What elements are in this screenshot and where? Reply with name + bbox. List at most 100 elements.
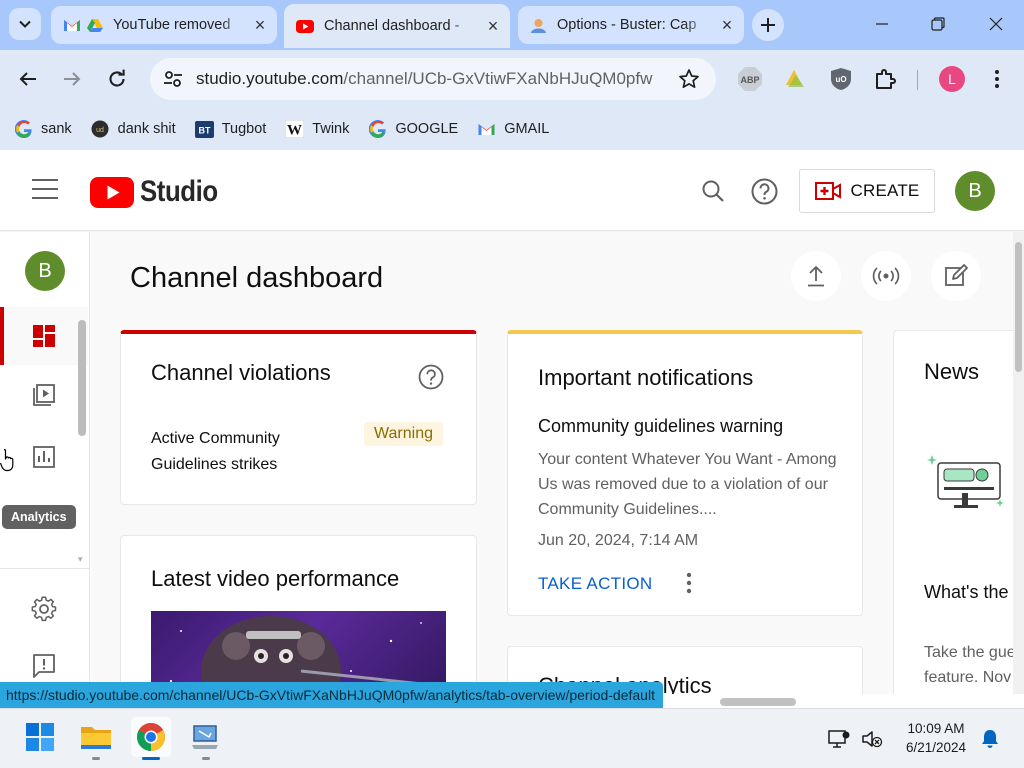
latest-video-title: Latest video performance — [151, 566, 400, 591]
tab-channel-dashboard[interactable]: Channel dashboard - × — [284, 4, 510, 48]
url-host: studio.youtube.com — [196, 69, 344, 88]
studio-logo[interactable]: Studio — [90, 175, 230, 209]
windows-taskbar: 10:09 AM 6/21/2024 — [0, 708, 1024, 768]
analytics-icon — [33, 446, 55, 468]
chevron-down-icon — [19, 20, 31, 28]
violations-title: Channel violations — [151, 360, 331, 385]
help-button[interactable] — [750, 177, 778, 205]
system-clock[interactable]: 10:09 AM 6/21/2024 — [896, 719, 976, 757]
channel-avatar[interactable]: B — [25, 251, 65, 291]
clock-date: 6/21/2024 — [905, 740, 967, 755]
minimize-button[interactable] — [870, 12, 894, 36]
kebab-menu-icon[interactable] — [684, 570, 694, 596]
tab-options-buster[interactable]: Options - Buster: Cap × — [518, 6, 744, 44]
taskbar-control-panel[interactable] — [186, 717, 226, 760]
scrollbar-thumb[interactable] — [1015, 242, 1022, 372]
search-icon — [702, 180, 724, 202]
news-illustration-icon — [927, 455, 1004, 508]
tab-search-button[interactable] — [9, 8, 41, 40]
page-scrollbar[interactable] — [1013, 232, 1024, 694]
adblock-plus-extension[interactable]: ABP — [737, 66, 763, 92]
notification-date: Jun 20, 2024, 7:14 AM — [538, 532, 699, 549]
notifications-button[interactable] — [978, 727, 1002, 751]
computer-icon — [192, 725, 218, 749]
sidebar-item-settings[interactable] — [0, 580, 88, 638]
create-post-button[interactable] — [931, 251, 981, 301]
new-tab-button[interactable] — [752, 9, 784, 41]
bookmark-sank[interactable]: sank — [14, 120, 72, 139]
taskbar-file-explorer[interactable] — [76, 717, 116, 760]
ublock-icon: uO — [831, 68, 851, 90]
bell-icon — [982, 730, 998, 748]
restore-button[interactable] — [926, 12, 950, 36]
google-icon — [14, 120, 33, 139]
close-icon[interactable]: × — [484, 16, 502, 36]
buster-icon — [531, 18, 546, 33]
restore-icon — [931, 17, 945, 31]
feedback-icon — [33, 654, 55, 678]
close-icon[interactable]: × — [251, 15, 269, 35]
tab-youtube-removed[interactable]: YouTube removed × — [51, 6, 277, 44]
taskbar-chrome[interactable] — [131, 717, 171, 760]
svg-text:W: W — [287, 123, 302, 139]
windows-logo-icon — [26, 723, 54, 751]
bookmark-dank-shit[interactable]: ud dank shit — [91, 120, 176, 139]
studio-logo-text: Studio — [140, 175, 218, 208]
help-icon[interactable] — [418, 364, 444, 390]
forward-button[interactable] — [57, 64, 87, 94]
news-body: Take the gue with the new feature. Nov — [924, 644, 1013, 686]
bookmark-label: Tugbot — [221, 121, 267, 137]
start-button[interactable] — [20, 717, 60, 757]
search-button[interactable] — [699, 177, 727, 205]
profile-avatar[interactable]: L — [939, 66, 965, 92]
sidebar-item-dashboard[interactable] — [0, 307, 88, 365]
bookmark-twink[interactable]: W Twink — [285, 120, 349, 139]
news-card: News What's the video? Take the gue with… — [893, 330, 1013, 694]
abp-label: ABP — [740, 75, 759, 85]
bookmark-star-button[interactable] — [678, 68, 700, 90]
bookmark-tugbot[interactable]: BT Tugbot — [194, 120, 267, 139]
minimize-icon — [876, 23, 888, 25]
bookmarks-bar: sank ud dank shit BT Tugbot W Twink GOOG… — [0, 108, 1024, 150]
take-action-button[interactable]: TAKE ACTION — [538, 574, 652, 594]
buster-extension[interactable] — [781, 66, 807, 92]
tray-screen-icon[interactable] — [827, 727, 851, 751]
create-button[interactable]: CREATE — [799, 169, 935, 213]
browser-menu-button[interactable] — [984, 66, 1010, 92]
chrome-icon — [137, 723, 165, 751]
star-icon — [679, 69, 699, 89]
bookmark-gmail[interactable]: GMAIL — [477, 120, 549, 139]
sidebar-item-content[interactable] — [0, 366, 88, 424]
reload-button[interactable] — [102, 64, 132, 94]
video-camera-plus-icon — [814, 182, 841, 200]
tray-volume-icon[interactable] — [860, 727, 884, 751]
extensions-button[interactable] — [872, 66, 898, 92]
back-button[interactable] — [13, 64, 43, 94]
close-icon[interactable]: × — [718, 15, 736, 35]
reload-icon — [109, 69, 125, 87]
buster-icon — [786, 70, 804, 87]
folder-icon — [81, 727, 111, 749]
edit-icon — [945, 264, 968, 286]
close-window-button[interactable] — [984, 12, 1008, 36]
account-avatar[interactable]: B — [955, 171, 995, 211]
address-bar[interactable]: studio.youtube.com/channel/UCb-GxVtiwFXa… — [150, 58, 716, 100]
arrow-right-icon — [64, 72, 81, 86]
upload-button[interactable] — [791, 251, 841, 301]
go-live-button[interactable] — [861, 251, 911, 301]
bookmark-google[interactable]: GOOGLE — [368, 120, 458, 139]
sidebar-scrollbar[interactable] — [78, 320, 86, 436]
site-info-icon[interactable] — [158, 64, 188, 94]
scroll-down-arrow-icon[interactable]: ▾ — [78, 554, 86, 564]
url-text[interactable]: studio.youtube.com/channel/UCb-GxVtiwFXa… — [196, 69, 666, 89]
ublock-extension[interactable]: uO — [828, 66, 854, 92]
horizontal-scrollbar[interactable] — [720, 698, 796, 706]
tab-label: Options - Buster: Cap — [557, 17, 697, 33]
svg-text:uO: uO — [835, 75, 846, 84]
channel-violations-card: Channel violations Active Community Guid… — [120, 330, 477, 505]
bookmark-label: dank shit — [117, 121, 176, 137]
youtube-logo-icon — [90, 176, 134, 208]
hamburger-menu-button[interactable] — [32, 179, 58, 201]
kebab-menu-icon — [995, 70, 999, 88]
news-title: News — [924, 359, 980, 384]
